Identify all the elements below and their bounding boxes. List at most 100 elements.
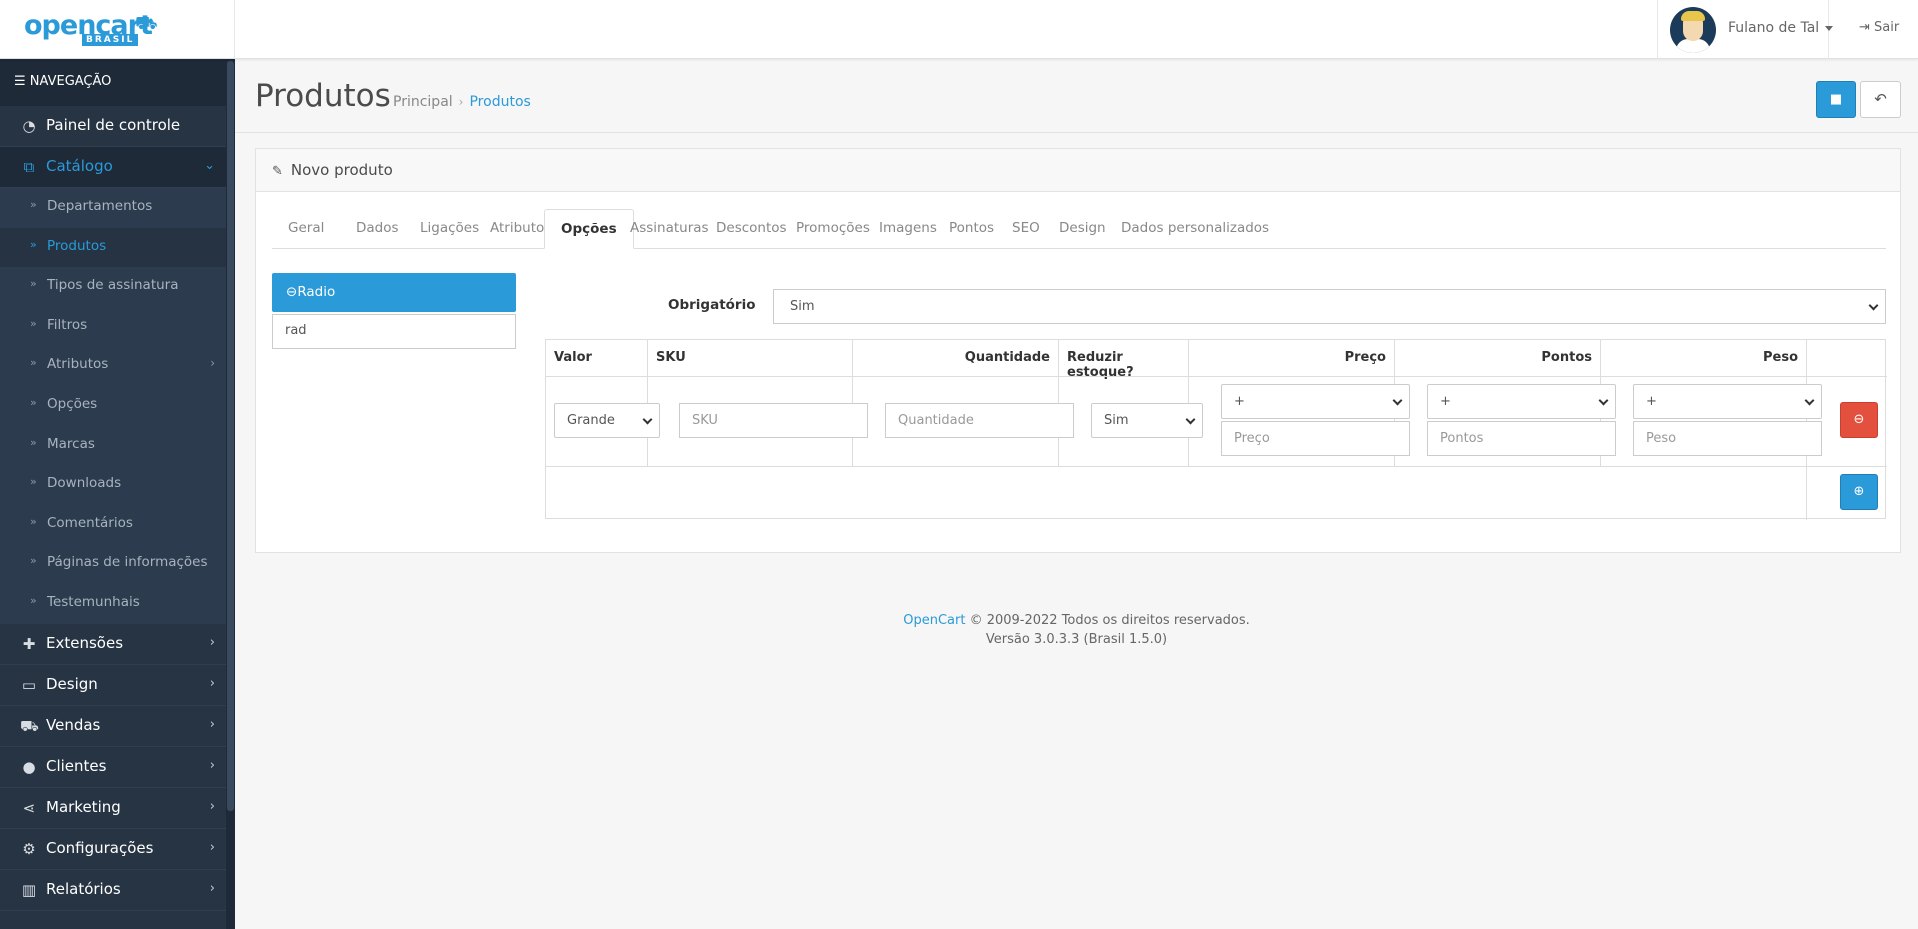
chevron-down-icon: ⌄	[204, 158, 215, 173]
double-chevron-icon: »	[30, 435, 37, 449]
sidebar-sub-downloads[interactable]: » Downloads	[0, 465, 235, 505]
option-values-table: Valor SKU Quantidade Reduzir estoque? Pr…	[545, 339, 1887, 520]
caret-down-icon	[1825, 25, 1834, 31]
back-button[interactable]: ↶	[1860, 81, 1901, 118]
double-chevron-icon: »	[30, 593, 37, 607]
double-chevron-icon: »	[30, 514, 37, 528]
user-icon: ●	[22, 757, 36, 776]
cart-logo-icon: ⛟	[135, 13, 158, 34]
sidebar-item-design[interactable]: ▭ Design ›	[0, 664, 235, 706]
sku-input[interactable]: SKU	[679, 403, 868, 438]
peso-prefix-select[interactable]: +	[1633, 384, 1822, 419]
sidebar-sub-departamentos[interactable]: » Departamentos	[0, 188, 235, 228]
logo-sub: BRASIL	[82, 34, 139, 46]
save-button[interactable]: ■	[1816, 81, 1856, 118]
col-quantidade: Quantidade	[853, 340, 1059, 377]
chevron-right-icon: ›	[209, 716, 215, 732]
sidebar-sub-filtros[interactable]: » Filtros	[0, 306, 235, 347]
tab-dados-personalizados[interactable]: Dados personalizados	[1105, 209, 1285, 249]
peso-input[interactable]: Peso	[1633, 421, 1822, 456]
double-chevron-icon: »	[30, 198, 37, 211]
col-valor: Valor	[546, 340, 648, 377]
required-label: Obrigatório	[668, 297, 756, 313]
col-peso: Peso	[1601, 340, 1807, 377]
option-radio-item[interactable]: ⊖Radio	[272, 273, 516, 312]
floppy-icon: ■	[1829, 92, 1843, 107]
nav-heading[interactable]: ☰ NAVEGAÇÃO	[0, 59, 235, 106]
reduzir-estoque-select[interactable]: Sim	[1091, 403, 1203, 438]
col-reduzir: Reduzir estoque?	[1059, 340, 1189, 380]
tab-geral[interactable]: Geral	[272, 209, 340, 249]
sidebar-item-marketing[interactable]: ⋖ Marketing ›	[0, 787, 235, 829]
sidebar-item-clientes[interactable]: ● Clientes ›	[0, 746, 235, 788]
col-pontos: Pontos	[1395, 340, 1601, 377]
sidebar-item-catalog[interactable]: ⧉ Catálogo ⌄	[0, 147, 235, 188]
footer-version: Versão 3.0.3.3 (Brasil 1.5.0)	[985, 632, 1168, 647]
logout-label: Sair	[1874, 20, 1900, 35]
add-option-value-button[interactable]: ⊕	[1840, 474, 1878, 510]
minus-circle-icon: ⊖	[1853, 412, 1865, 427]
monitor-icon: ▭	[21, 675, 37, 694]
share-icon: ⋖	[22, 798, 36, 817]
chevron-right-icon: ›	[209, 757, 215, 773]
pontos-prefix-select[interactable]: +	[1427, 384, 1616, 419]
sidebar-sub-comentarios[interactable]: » Comentários	[0, 504, 235, 545]
bar-chart-icon: ▥	[21, 880, 37, 899]
col-sku: SKU	[648, 340, 853, 377]
minus-circle-icon[interactable]: ⊖	[286, 284, 297, 300]
tab-bar: Geral Dados Ligações Atributos Opções As…	[272, 209, 1886, 249]
footer: OpenCart © 2009-2022 Todos os direitos r…	[235, 611, 1918, 649]
sidebar-scrollbar[interactable]	[226, 59, 235, 929]
puzzle-icon: ✚	[22, 634, 36, 653]
preco-prefix-select[interactable]: +	[1221, 384, 1410, 419]
sidebar-item-extensoes[interactable]: ✚ Extensões ›	[0, 623, 235, 665]
sidebar-sub-paginas-informacoes[interactable]: » Páginas de informações	[0, 544, 235, 584]
chevron-right-icon: ›	[209, 839, 215, 855]
user-menu[interactable]: Fulano de Tal	[1657, 0, 1834, 59]
breadcrumb-home[interactable]: Principal	[393, 94, 453, 110]
preco-input[interactable]: Preço	[1221, 421, 1410, 456]
scroll-thumb[interactable]	[227, 61, 234, 811]
dashboard-icon: ◔	[22, 117, 36, 135]
sidebar-sub-atributos[interactable]: » Atributos ›	[0, 346, 235, 386]
double-chevron-icon: »	[30, 316, 37, 330]
logout-icon: ⇥	[1859, 20, 1875, 35]
sidebar-sub-opcoes[interactable]: » Opções	[0, 385, 235, 426]
reply-icon: ↶	[1874, 90, 1887, 108]
required-select[interactable]: Sim	[773, 289, 1886, 324]
double-chevron-icon: »	[30, 277, 37, 291]
product-form-panel: ✎ Novo produto Geral Dados Ligações Atrib…	[255, 148, 1901, 553]
chevron-right-icon: ›	[210, 356, 215, 371]
pontos-input[interactable]: Pontos	[1427, 421, 1616, 456]
chevron-right-icon: ›	[209, 634, 215, 650]
avatar	[1670, 7, 1716, 53]
footer-opencart-link[interactable]: OpenCart	[903, 613, 965, 628]
pencil-icon: ✎	[272, 164, 283, 179]
logo[interactable]: opencart ⛟ BRASIL	[0, 0, 235, 59]
quantidade-input[interactable]: Quantidade	[885, 403, 1074, 438]
sidebar-sub-testemunhais[interactable]: » Testemunhais	[0, 583, 235, 624]
option-autocomplete-input[interactable]: rad	[272, 314, 516, 349]
sidebar-item-relatorios[interactable]: ▥ Relatórios ›	[0, 869, 235, 911]
double-chevron-icon: »	[30, 237, 37, 251]
logout-link[interactable]: ⇥ Sair	[1859, 20, 1899, 35]
double-chevron-icon: »	[30, 475, 37, 489]
double-chevron-icon: »	[30, 395, 37, 409]
remove-option-value-button[interactable]: ⊖	[1840, 402, 1878, 438]
chevron-down-icon	[1868, 300, 1879, 311]
sidebar-item-vendas[interactable]: ⛟ Vendas ›	[0, 705, 235, 747]
sidebar-item-configuracoes[interactable]: ⚙ Configurações ›	[0, 828, 235, 870]
sidebar-sub-marcas[interactable]: » Marcas	[0, 425, 235, 466]
sidebar-item-dashboard[interactable]: ◔ Painel de controle	[0, 106, 235, 147]
sidebar: ☰ NAVEGAÇÃO ◔ Painel de controle ⧉ Catál…	[0, 59, 235, 929]
chevron-right-icon: ›	[209, 798, 215, 814]
double-chevron-icon: »	[30, 554, 37, 568]
valor-select[interactable]: Grande	[554, 403, 660, 438]
chevron-right-icon: ›	[209, 675, 215, 691]
top-header: opencart ⛟ BRASIL Fulano de Tal ⇥ Sair	[0, 0, 1918, 59]
menu-icon: ☰	[14, 74, 30, 89]
page-title: Produtos	[255, 78, 391, 114]
sidebar-sub-tipos-assinatura[interactable]: » Tipos de assinatura	[0, 267, 235, 307]
sidebar-sub-produtos[interactable]: » Produtos	[0, 227, 235, 268]
breadcrumb-current[interactable]: Produtos	[469, 94, 530, 110]
